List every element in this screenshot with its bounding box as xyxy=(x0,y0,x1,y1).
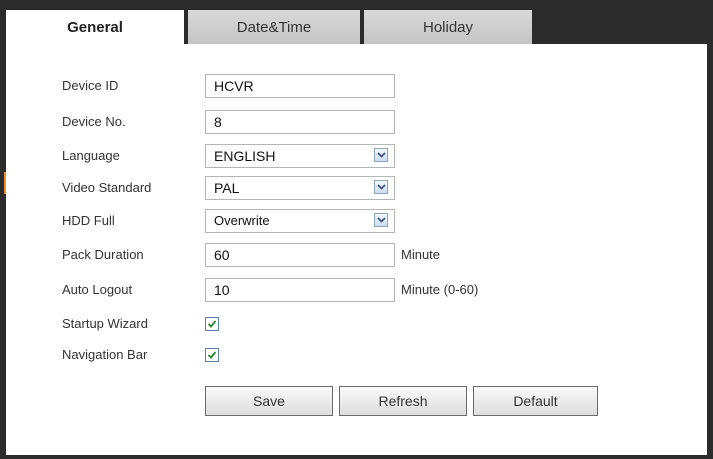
auto-logout-label: Auto Logout xyxy=(62,282,133,297)
window-frame-right xyxy=(707,0,713,459)
window-frame-bottom xyxy=(0,455,713,459)
tab-date-time[interactable]: Date&Time xyxy=(184,10,360,44)
startup-wizard-checkbox[interactable] xyxy=(205,317,219,331)
pack-duration-label: Pack Duration xyxy=(62,247,144,262)
hdd-full-label: HDD Full xyxy=(62,213,115,228)
video-standard-value: PAL xyxy=(214,180,240,196)
navigation-bar-label: Navigation Bar xyxy=(62,347,148,362)
checkmark-icon xyxy=(207,320,217,328)
window-frame-left xyxy=(0,0,6,459)
frame-accent-marker xyxy=(4,172,6,194)
tab-general[interactable]: General xyxy=(6,10,184,44)
save-button[interactable]: Save xyxy=(205,386,333,416)
tab-bar: General Date&Time Holiday xyxy=(6,0,707,44)
hdd-full-select[interactable]: Overwrite xyxy=(205,209,395,233)
pack-duration-unit: Minute xyxy=(401,247,441,262)
tab-date-time-label: Date&Time xyxy=(236,18,312,36)
language-select[interactable]: ENGLISH xyxy=(205,144,395,168)
startup-wizard-label: Startup Wizard xyxy=(62,316,148,331)
default-button-label: Default xyxy=(513,393,558,409)
auto-logout-input[interactable] xyxy=(205,278,395,302)
tab-bar-top-border xyxy=(6,0,707,10)
save-button-label: Save xyxy=(253,393,285,409)
hdd-full-value: Overwrite xyxy=(214,213,270,228)
navigation-bar-checkbox[interactable] xyxy=(205,348,219,362)
chevron-down-icon[interactable] xyxy=(374,213,388,227)
tab-general-label: General xyxy=(67,18,123,36)
device-id-input[interactable] xyxy=(205,74,395,98)
chevron-down-icon[interactable] xyxy=(374,180,388,194)
language-value: ENGLISH xyxy=(214,148,276,164)
pack-duration-input[interactable] xyxy=(205,243,395,267)
language-label: Language xyxy=(62,148,120,163)
tab-holiday-label: Holiday xyxy=(422,18,474,36)
refresh-button[interactable]: Refresh xyxy=(339,386,467,416)
video-standard-select[interactable]: PAL xyxy=(205,176,395,200)
auto-logout-unit: Minute (0-60) xyxy=(401,282,479,297)
device-no-label: Device No. xyxy=(62,114,126,129)
device-id-label: Device ID xyxy=(62,78,119,93)
chevron-down-icon[interactable] xyxy=(374,148,388,162)
default-button[interactable]: Default xyxy=(473,386,598,416)
device-no-input[interactable] xyxy=(205,110,395,134)
tab-bar-filler xyxy=(532,10,707,44)
tab-holiday[interactable]: Holiday xyxy=(360,10,532,44)
refresh-button-label: Refresh xyxy=(378,393,428,409)
video-standard-label: Video Standard xyxy=(62,180,152,195)
checkmark-icon xyxy=(207,351,217,359)
